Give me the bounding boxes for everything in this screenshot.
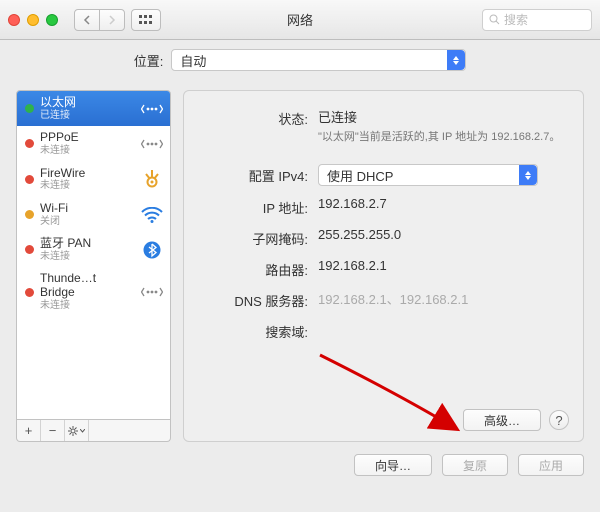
chevrons-icon	[140, 99, 164, 119]
status-dot-icon	[25, 139, 34, 148]
service-name: 蓝牙 PAN	[40, 237, 134, 251]
router-row: 路由器: 192.168.2.1	[198, 258, 569, 279]
services-toolbar: + −	[16, 420, 171, 442]
status-dot-icon	[25, 175, 34, 184]
service-item[interactable]: FireWire未连接	[17, 162, 170, 197]
location-value: 自动	[180, 51, 206, 70]
service-name: Wi-Fi	[40, 202, 134, 216]
mask-label: 子网掩码:	[198, 227, 308, 248]
body: 以太网已连接PPPoE未连接FireWire未连接Wi-Fi关闭蓝牙 PAN未连…	[0, 80, 600, 454]
traffic-lights	[8, 14, 58, 26]
sidebar: 以太网已连接PPPoE未连接FireWire未连接Wi-Fi关闭蓝牙 PAN未连…	[16, 90, 171, 442]
service-status: 未连接	[40, 180, 134, 192]
dns-value: 192.168.2.1、192.168.2.1	[318, 289, 569, 308]
status-dot-icon	[25, 104, 34, 113]
remove-service-button[interactable]: −	[41, 420, 65, 441]
status-dot-icon	[25, 245, 34, 254]
mask-value: 255.255.255.0	[318, 227, 569, 242]
detail-pane: 状态: 已连接 "以太网"当前是活跃的,其 IP 地址为 192.168.2.7…	[183, 90, 584, 442]
service-name: 以太网	[40, 96, 134, 110]
service-name: FireWire	[40, 167, 134, 181]
config-ipv4-select[interactable]: 使用 DHCP	[318, 164, 538, 186]
status-note: "以太网"当前是活跃的,其 IP 地址为 192.168.2.7。	[318, 130, 569, 144]
nav-buttons	[74, 9, 125, 31]
service-item[interactable]: Thunde…t Bridge未连接	[17, 267, 170, 316]
service-name: PPPoE	[40, 131, 134, 145]
status-dot-icon	[25, 288, 34, 297]
chevron-down-icon	[80, 429, 85, 433]
ip-row: IP 地址: 192.168.2.7	[198, 196, 569, 217]
location-select[interactable]: 自动	[171, 49, 466, 71]
service-item[interactable]: PPPoE未连接	[17, 126, 170, 161]
forward-button[interactable]	[99, 9, 125, 31]
show-all-button[interactable]	[131, 9, 161, 31]
gear-icon	[68, 426, 78, 436]
config-ipv4-row: 配置 IPv4: 使用 DHCP	[198, 164, 569, 186]
service-text: Wi-Fi关闭	[40, 202, 134, 227]
close-window-button[interactable]	[8, 14, 20, 26]
dns-row: DNS 服务器: 192.168.2.1、192.168.2.1	[198, 289, 569, 310]
service-text: 以太网已连接	[40, 96, 134, 121]
chevron-updown-icon	[519, 165, 537, 185]
service-text: PPPoE未连接	[40, 131, 134, 156]
chevron-updown-icon	[447, 50, 465, 70]
chevrons-icon	[140, 282, 164, 302]
router-label: 路由器:	[198, 258, 308, 279]
searchdomain-label: 搜索域:	[198, 320, 308, 341]
search-input[interactable]: 搜索	[482, 9, 592, 31]
router-value: 192.168.2.1	[318, 258, 569, 273]
services-list[interactable]: 以太网已连接PPPoE未连接FireWire未连接Wi-Fi关闭蓝牙 PAN未连…	[16, 90, 171, 420]
searchdomain-row: 搜索域:	[198, 320, 569, 341]
ip-label: IP 地址:	[198, 196, 308, 217]
status-dot-icon	[25, 210, 34, 219]
mask-row: 子网掩码: 255.255.255.0	[198, 227, 569, 248]
zoom-window-button[interactable]	[46, 14, 58, 26]
dns-label: DNS 服务器:	[198, 289, 308, 310]
wifi-icon	[140, 205, 164, 225]
service-status: 已连接	[40, 110, 134, 122]
location-label: 位置:	[134, 51, 164, 70]
config-ipv4-value: 使用 DHCP	[327, 166, 393, 185]
advanced-button[interactable]: 高级…	[463, 409, 541, 431]
service-status: 未连接	[40, 145, 134, 157]
service-name: Thunde…t Bridge	[40, 272, 134, 300]
service-item[interactable]: 蓝牙 PAN未连接	[17, 232, 170, 267]
config-ipv4-label: 配置 IPv4:	[198, 164, 308, 185]
service-actions-button[interactable]	[65, 420, 89, 441]
bluetooth-icon	[140, 240, 164, 260]
status-value: 已连接	[318, 107, 569, 126]
service-item[interactable]: 以太网已连接	[17, 91, 170, 126]
help-button[interactable]: ?	[549, 410, 569, 430]
window-titlebar: 网络 搜索	[0, 0, 600, 40]
service-item[interactable]: Wi-Fi关闭	[17, 197, 170, 232]
ip-value: 192.168.2.7	[318, 196, 569, 211]
add-service-button[interactable]: +	[17, 420, 41, 441]
advanced-row: 高级… ?	[463, 409, 569, 431]
service-status: 关闭	[40, 216, 134, 228]
revert-button[interactable]: 复原	[442, 454, 508, 476]
service-status: 未连接	[40, 300, 134, 312]
minimize-window-button[interactable]	[27, 14, 39, 26]
location-bar: 位置: 自动	[0, 40, 600, 80]
chevrons-icon	[140, 134, 164, 154]
apply-button[interactable]: 应用	[518, 454, 584, 476]
service-status: 未连接	[40, 251, 134, 263]
service-text: FireWire未连接	[40, 167, 134, 192]
service-text: 蓝牙 PAN未连接	[40, 237, 134, 262]
firewire-icon	[140, 169, 164, 189]
assistant-button[interactable]: 向导…	[354, 454, 432, 476]
service-text: Thunde…t Bridge未连接	[40, 272, 134, 311]
back-button[interactable]	[74, 9, 100, 31]
footer: 向导… 复原 应用	[0, 454, 600, 488]
search-icon	[489, 14, 500, 25]
status-row: 状态: 已连接 "以太网"当前是活跃的,其 IP 地址为 192.168.2.7…	[198, 107, 569, 144]
search-placeholder: 搜索	[504, 11, 528, 28]
status-label: 状态:	[198, 107, 308, 128]
